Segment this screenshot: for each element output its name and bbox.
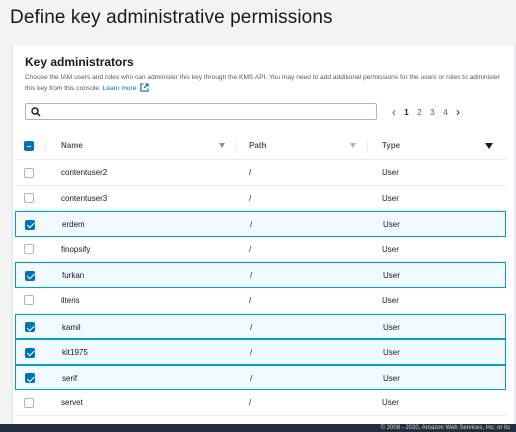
column-header-type[interactable]: Type [382, 141, 400, 150]
administrators-table: Name Path Type contentuser2/User contentu… [15, 132, 506, 416]
search-input[interactable] [44, 104, 374, 119]
row-name: kamil [62, 322, 81, 332]
row-checkbox[interactable] [25, 373, 35, 384]
table-row[interactable]: kit1975 / User [15, 339, 506, 365]
row-checkbox[interactable] [25, 322, 35, 333]
page-1-button[interactable]: 1 [400, 108, 413, 117]
console-footer: © 2008 - 2020, Amazon Web Services, Inc.… [0, 424, 516, 432]
row-path: / [249, 193, 252, 203]
row-path: / [249, 398, 252, 408]
sort-name-icon[interactable] [219, 143, 225, 148]
row-checkbox[interactable] [25, 270, 35, 281]
table-row[interactable]: furkan / User [15, 262, 506, 288]
table-row[interactable]: erdem / User [15, 211, 506, 237]
row-path: / [250, 322, 253, 332]
column-divider [367, 139, 368, 153]
row-name: furkan [62, 271, 85, 281]
row-name: serif [62, 373, 78, 383]
learn-more-link[interactable]: Learn more [103, 85, 137, 92]
page-2-button[interactable]: 2 [413, 108, 426, 117]
search-icon [31, 107, 41, 117]
row-name: contentuser2 [61, 168, 108, 177]
table-row[interactable]: finopsify / User [15, 237, 506, 263]
row-type: User [383, 271, 400, 281]
description-text: Choose the IAM users and roles who can a… [25, 74, 501, 92]
column-divider [45, 139, 46, 153]
table-row[interactable]: ilteris / User [15, 288, 506, 314]
select-all-checkbox[interactable] [24, 141, 34, 151]
panel-title: Key administrators [25, 55, 134, 69]
page-title: Define key administrative permissions [10, 7, 333, 28]
page-3-button[interactable]: 3 [426, 108, 439, 117]
row-path: / [250, 348, 253, 358]
row-type: User [383, 348, 400, 358]
sort-type-icon[interactable] [485, 143, 493, 149]
row-name: erdem [62, 220, 85, 230]
table-row[interactable]: contentuser3 / User [15, 186, 506, 212]
row-checkbox[interactable] [24, 167, 34, 178]
row-name: kit1975 [62, 348, 88, 358]
page-4-button[interactable]: 4 [439, 108, 452, 117]
column-divider [235, 139, 236, 153]
row-type: User [382, 398, 399, 408]
row-type: User [382, 193, 399, 203]
row-type: User [382, 168, 399, 177]
row-checkbox[interactable] [24, 193, 34, 204]
table-header: Name Path Type [15, 132, 506, 160]
panel-description: Choose the IAM users and roles who can a… [25, 73, 505, 95]
row-type: User [383, 220, 400, 230]
row-checkbox[interactable] [24, 244, 34, 255]
row-checkbox[interactable] [24, 397, 34, 408]
row-checkbox[interactable] [24, 295, 34, 306]
row-checkbox[interactable] [25, 219, 35, 230]
next-page-button[interactable]: › [452, 105, 464, 119]
key-administrators-panel: Key administrators Choose the IAM users … [12, 44, 515, 432]
table-body: contentuser2 / User contentuser3 / User erdem /… [15, 160, 506, 416]
row-type: User [382, 244, 399, 254]
row-name: ilteris [61, 295, 80, 305]
row-path: / [249, 244, 252, 254]
table-row[interactable]: servet / User [15, 390, 506, 416]
pagination: ‹ 1 2 3 4 › [388, 104, 464, 120]
table-row[interactable]: serif / User [15, 364, 506, 391]
panel-header: Key administrators Choose the IAM users … [25, 55, 505, 95]
table-row[interactable]: kamil / User [15, 313, 506, 340]
copyright-text: © 2008 - 2020, Amazon Web Services, Inc.… [380, 425, 510, 431]
external-link-icon[interactable] [140, 82, 149, 96]
column-header-name[interactable]: Name [61, 141, 83, 150]
row-type: User [383, 373, 400, 383]
column-header-path[interactable]: Path [249, 141, 266, 150]
row-type: User [383, 322, 400, 332]
row-path: / [249, 295, 252, 305]
table-row[interactable]: contentuser2 / User [15, 160, 506, 186]
row-path: / [249, 168, 252, 177]
sort-path-icon[interactable] [350, 143, 356, 148]
row-path: / [250, 220, 253, 230]
row-path: / [250, 373, 253, 383]
previous-page-button[interactable]: ‹ [388, 105, 400, 119]
row-checkbox[interactable] [25, 347, 35, 358]
row-path: / [250, 271, 253, 281]
row-name: finopsify [61, 244, 91, 254]
row-name: contentuser3 [61, 193, 108, 203]
search-field[interactable] [25, 103, 377, 120]
row-name: servet [61, 398, 83, 408]
row-type: User [382, 295, 399, 305]
